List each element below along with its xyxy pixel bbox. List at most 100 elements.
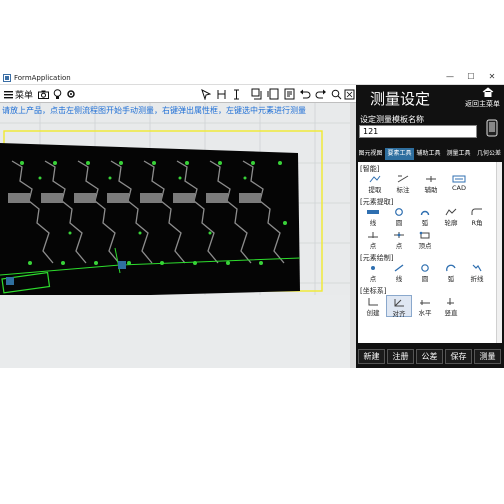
tab-measure-tools[interactable]: 测量工具	[443, 148, 474, 160]
annotate-tool[interactable]: 标注	[390, 173, 416, 195]
hamburger-icon[interactable]	[3, 86, 13, 102]
tab-element-tools[interactable]: 要素工具	[385, 148, 414, 160]
coord-align-tool[interactable]: 对齐	[386, 295, 412, 318]
coord-horizontal-tool[interactable]: 水平	[412, 295, 438, 317]
extract-r-corner-tool[interactable]: R角	[464, 206, 490, 228]
extract-point-tool[interactable]: 点	[360, 229, 386, 251]
vertical-dimension-icon[interactable]	[230, 86, 242, 102]
auxiliary-tool[interactable]: 辅助	[418, 173, 444, 195]
tab-auxiliary-tools[interactable]: 辅助工具	[414, 148, 443, 160]
extract-vertex-tool[interactable]: 顶点	[412, 229, 438, 251]
draw-polyline-tool[interactable]: 折线	[464, 262, 490, 284]
draw-arc-label: 弧	[447, 275, 455, 283]
contour-icon	[445, 208, 457, 216]
r-corner-icon	[471, 208, 482, 215]
circle-draw-icon	[421, 264, 429, 272]
window-title: FormApplication	[14, 74, 71, 82]
template-name-input[interactable]: 121	[359, 125, 477, 138]
annotate-tool-label: 标注	[396, 186, 410, 194]
extract-point-label: 点	[369, 242, 377, 250]
measure-button[interactable]: 测量	[474, 349, 501, 364]
coord-vertical-tool[interactable]: 竖直	[438, 295, 464, 317]
auxiliary-icon	[426, 176, 436, 182]
axis-create-icon	[368, 298, 378, 306]
coord-vertical-label: 竖直	[444, 309, 458, 317]
extract-point2-tool[interactable]: 点	[386, 229, 412, 251]
cross-point-icon	[394, 232, 404, 238]
maximize-button[interactable]: ☐	[461, 72, 481, 84]
box-align-icon[interactable]	[266, 86, 280, 102]
extract-vertex-label: 顶点	[418, 242, 432, 250]
axis-vertical-icon	[447, 298, 454, 305]
cad-tool-label: CAD	[452, 184, 466, 192]
dot-icon	[371, 266, 375, 270]
arc-draw-icon	[446, 264, 456, 272]
zoom-icon[interactable]	[330, 86, 342, 102]
tab-geometric-tolerance[interactable]: 几何公差	[474, 148, 504, 160]
coord-align-label: 对齐	[392, 310, 406, 318]
point-icon	[368, 232, 378, 238]
extract-circle-tool[interactable]: 圆	[386, 206, 412, 228]
camera-icon[interactable]	[37, 86, 49, 102]
app-icon	[3, 74, 11, 82]
extract-r-corner-label: R角	[471, 219, 483, 227]
draw-circle-tool[interactable]: 圆	[412, 262, 438, 284]
draw-polyline-label: 折线	[470, 275, 484, 283]
line-icon	[367, 210, 379, 214]
circle-icon	[395, 208, 403, 216]
extract-contour-tool[interactable]: 轮廓	[438, 206, 464, 228]
auxiliary-tool-label: 辅助	[424, 186, 438, 194]
axis-align-icon	[394, 299, 404, 307]
settings-panel: 测量设定 返回主菜单 设定测量模板名称 121 图元视图 要素工具 辅助工具 测…	[356, 85, 504, 368]
device-icon[interactable]	[486, 119, 498, 137]
draw-circle-label: 圆	[421, 275, 429, 283]
panel-header: 测量设定 返回主菜单	[356, 85, 504, 109]
extract-circle-label: 圆	[395, 219, 403, 227]
pointer-icon[interactable]	[200, 86, 212, 102]
home-icon[interactable]	[482, 87, 494, 97]
extract-arc-tool[interactable]: 弧	[412, 206, 438, 228]
close-button[interactable]: ✕	[482, 72, 502, 84]
draw-arc-tool[interactable]: 弧	[438, 262, 464, 284]
minimize-button[interactable]: —	[440, 72, 460, 84]
frame-tool-icon[interactable]	[250, 86, 264, 102]
measure-tool-icon[interactable]	[215, 86, 227, 102]
menu-button[interactable]: 菜单	[14, 86, 34, 102]
coord-create-tool[interactable]: 创建	[360, 295, 386, 317]
register-button[interactable]: 注册	[387, 349, 414, 364]
tab-primitive-view[interactable]: 图元视图	[356, 148, 385, 160]
extract-tool[interactable]: 提取	[362, 173, 388, 195]
cad-icon	[452, 175, 466, 183]
draw-line-tool[interactable]: 线	[386, 262, 412, 284]
draw-line-label: 线	[395, 275, 403, 283]
image-viewer[interactable]: 菜单 请放上产品，点击左侧流程图开始手动测量，右键弹出属性框，左键选中元素进行测…	[0, 85, 356, 368]
cad-tool[interactable]: CAD	[446, 173, 472, 195]
arc-icon	[420, 210, 430, 216]
diagonal-line-icon	[394, 264, 404, 272]
save-button[interactable]: 保存	[445, 349, 472, 364]
tolerance-button[interactable]: 公差	[416, 349, 443, 364]
settings-icon[interactable]	[65, 86, 77, 102]
palette-scrollbar[interactable]	[496, 162, 502, 343]
extract-arc-label: 弧	[421, 219, 429, 227]
new-button[interactable]: 新建	[358, 349, 385, 364]
extract-tool-label: 提取	[368, 186, 382, 194]
coord-horizontal-label: 水平	[418, 309, 432, 317]
annotate-icon	[397, 175, 409, 183]
draw-point-tool[interactable]: 点	[360, 262, 386, 284]
undo-icon[interactable]	[298, 86, 312, 102]
camera-image[interactable]	[0, 103, 356, 368]
tool-palette: [智能] 提取 标注 辅助 CAD [元素提取] 线 圆 弧 轮廓 R角 点 点…	[358, 162, 502, 343]
template-name-label: 设定测量模板名称	[360, 115, 424, 124]
fit-screen-icon[interactable]	[343, 86, 355, 102]
light-bulb-icon[interactable]	[51, 86, 63, 102]
document-icon[interactable]	[282, 86, 296, 102]
title-bar: FormApplication — ☐ ✕	[0, 71, 504, 85]
action-bar: 新建 注册 公差 保存 测量	[356, 347, 504, 367]
extract-line-label: 线	[369, 219, 377, 227]
extract-line-tool[interactable]: 线	[360, 206, 386, 228]
redo-icon[interactable]	[314, 86, 328, 102]
extract-contour-label: 轮廓	[444, 219, 458, 227]
tool-tabs: 图元视图 要素工具 辅助工具 测量工具 几何公差	[356, 148, 504, 160]
back-to-main-menu-link[interactable]: 返回主菜单	[465, 99, 500, 109]
